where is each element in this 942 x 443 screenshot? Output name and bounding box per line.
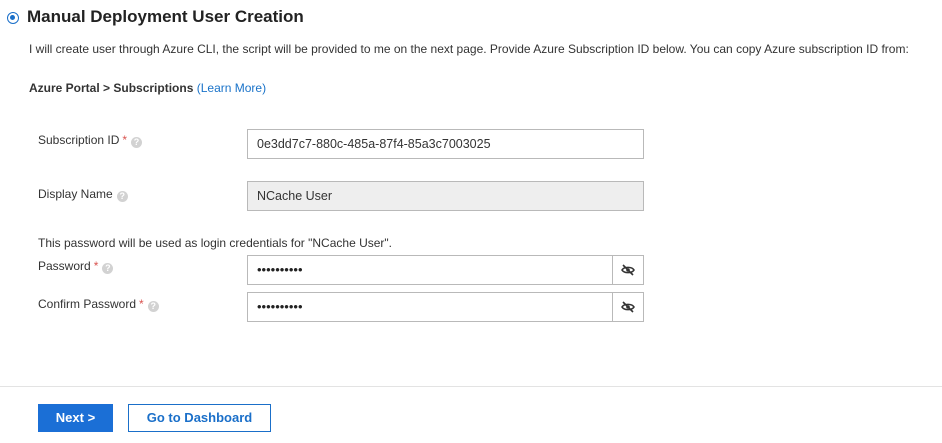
required-mark: * [122,133,128,147]
confirm-password-masked-value: •••••••••• [257,299,303,314]
eye-slash-icon [621,301,635,313]
required-mark: * [93,259,99,273]
display-name-input [247,181,644,211]
radio-selected-icon[interactable] [7,12,19,24]
section-title: Manual Deployment User Creation [27,7,304,26]
help-icon[interactable]: ? [147,301,159,312]
azure-path-text: Azure Portal > Subscriptions [29,81,194,95]
password-label-text: Password [38,259,91,273]
toggle-password-visibility-button[interactable] [612,256,643,284]
toggle-confirm-password-visibility-button[interactable] [612,293,643,321]
subscription-id-input[interactable] [247,129,644,159]
confirm-password-label-text: Confirm Password [38,297,137,311]
confirm-password-input[interactable]: •••••••••• [247,292,644,322]
password-input[interactable]: •••••••••• [247,255,644,285]
help-icon[interactable]: ? [131,137,143,148]
go-to-dashboard-button[interactable]: Go to Dashboard [128,404,271,432]
password-note: This password will be used as login cred… [38,236,393,250]
display-name-label-text: Display Name [38,187,113,201]
footer-divider [0,386,942,387]
subscription-id-label: Subscription ID *? [38,133,143,148]
eye-slash-icon [621,264,635,276]
password-label: Password *? [38,259,114,274]
password-masked-value: •••••••••• [257,262,303,277]
azure-path: Azure Portal > Subscriptions (Learn More… [29,81,266,95]
learn-more-link[interactable]: (Learn More) [197,81,266,95]
confirm-password-label: Confirm Password *? [38,297,159,312]
subscription-id-label-text: Subscription ID [38,133,120,147]
section-description: I will create user through Azure CLI, th… [29,42,909,56]
next-button[interactable]: Next > [38,404,113,432]
help-icon[interactable]: ? [102,263,114,274]
display-name-label: Display Name? [38,187,128,202]
required-mark: * [139,297,144,311]
help-icon[interactable]: ? [116,191,128,202]
